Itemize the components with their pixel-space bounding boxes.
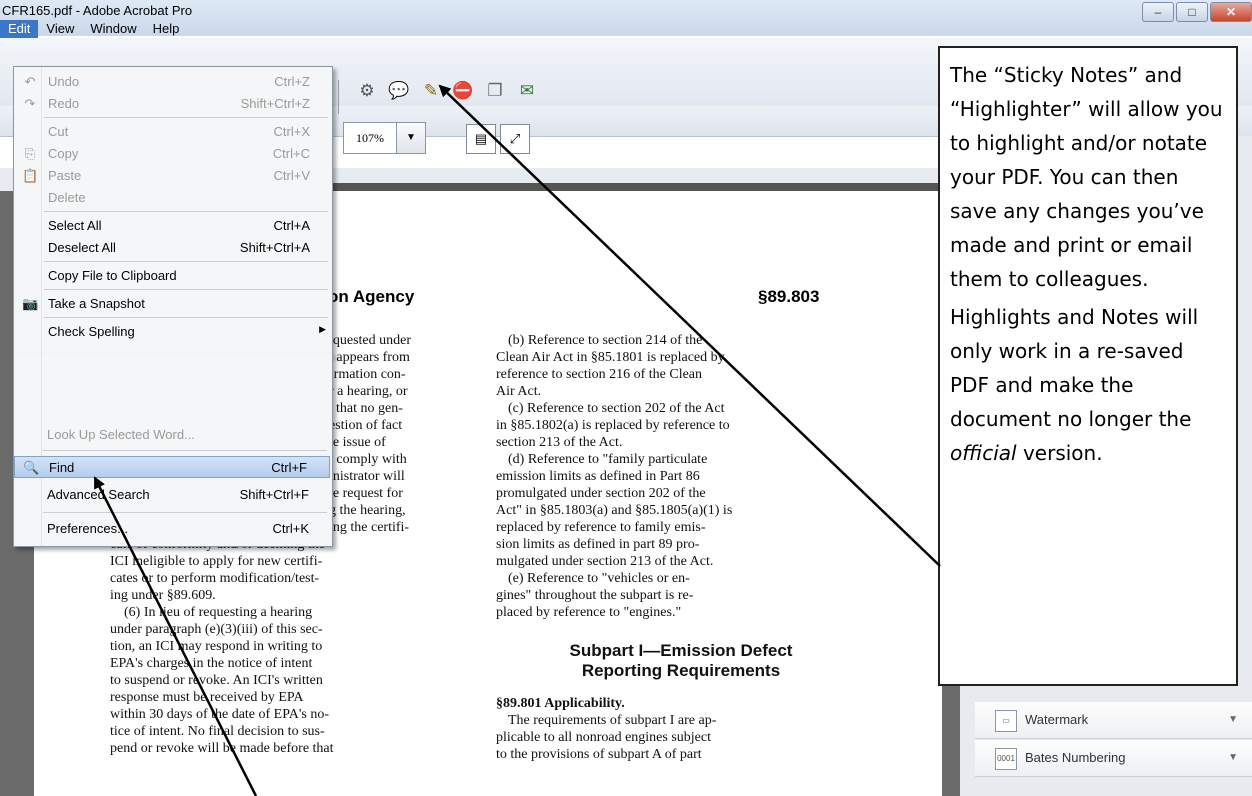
text-line: pend or revoke will be made before that xyxy=(110,741,334,756)
text-line: (6) In lieu of requesting a hearing xyxy=(124,605,313,620)
page-header-right: §89.803 xyxy=(758,287,820,306)
text-line: ing under §89.609. xyxy=(110,588,216,603)
sticky-note-icon[interactable]: 💬 xyxy=(388,80,410,102)
text-line: (b) Reference to section 214 of the xyxy=(508,333,703,348)
text-line: mulgated under section 213 of the Act. xyxy=(496,554,714,569)
text-line: tice of intent. No final decision to sus… xyxy=(110,724,325,739)
text-line: to suspend or revoke. An ICI's written xyxy=(110,673,323,688)
text-line: Air Act. xyxy=(496,384,542,399)
text-line: tion, an ICI may respond in writing to xyxy=(110,639,323,654)
menu-item-delete[interactable]: Delete xyxy=(14,187,332,209)
menu-bar: Edit View Window Help xyxy=(0,20,187,38)
window-title: CFR165.pdf - Adobe Acrobat Pro xyxy=(2,3,193,18)
watermark-label: Watermark xyxy=(1025,712,1089,727)
undo-icon: ↶ xyxy=(24,74,36,89)
menu-item-select-all[interactable]: Select All Ctrl+A xyxy=(14,215,332,237)
text-line: EPA's charges in the notice of intent xyxy=(110,656,313,671)
bates-numbering-icon: 0001 xyxy=(995,747,1017,770)
toolbar-separator xyxy=(338,80,339,114)
menu-item-cut[interactable]: Cut Ctrl+X xyxy=(14,121,332,143)
copy-icon: ⎘ xyxy=(24,146,36,161)
menu-help[interactable]: Help xyxy=(145,20,188,38)
extract-page-icon[interactable]: ❐ xyxy=(484,80,506,102)
text-line: gines" throughout the subpart is re- xyxy=(496,588,694,603)
menu-edit[interactable]: Edit xyxy=(0,20,39,38)
search-icon: 🔍 xyxy=(23,460,40,475)
menu-item-check-spelling[interactable]: Check Spelling ▶ xyxy=(14,321,332,343)
callout-paragraph-2: Highlights and Notes will only work in a… xyxy=(950,305,1199,465)
text-line: Act" in §85.1803(a) and §85.1805(a)(1) i… xyxy=(496,503,733,518)
text-line: (c) Reference to section 202 of the Act xyxy=(508,401,725,416)
text-line: ICI ineligible to apply for new certifi- xyxy=(110,554,323,569)
bates-numbering-label: Bates Numbering xyxy=(1025,750,1126,765)
text-line: section 213 of the Act. xyxy=(496,435,623,450)
callout-paragraph-1: The “Sticky Notes” and “Highlighter” wil… xyxy=(950,63,1223,291)
fit-page-icon[interactable]: ▤ xyxy=(466,124,496,154)
text-line: promulgated under section 202 of the xyxy=(496,486,706,501)
menu-item-undo[interactable]: ↶ Undo Ctrl+Z xyxy=(14,71,332,93)
text-line: The requirements of subpart I are ap- xyxy=(508,713,717,728)
subpart-title: Subpart I—Emission Defect xyxy=(569,641,793,660)
menu-item-copy[interactable]: ⎘ Copy Ctrl+C xyxy=(14,143,332,165)
text-line: response must be received by EPA xyxy=(110,690,304,705)
sign-page-icon[interactable]: ✉ xyxy=(516,80,538,102)
chevron-down-icon: ▼ xyxy=(1228,714,1238,725)
watermark-icon: ▭ xyxy=(995,709,1017,732)
menu-item-copy-file-to-clipboard[interactable]: Copy File to Clipboard xyxy=(14,265,332,287)
zoom-level[interactable]: 107% xyxy=(343,122,397,154)
text-line: (e) Reference to "vehicles or en- xyxy=(508,571,690,586)
text-line: emission limits as defined in Part 86 xyxy=(496,469,700,484)
text-line: (d) Reference to "family particulate xyxy=(508,452,708,467)
text-line: replaced by reference to family emis- xyxy=(496,520,706,535)
window-controls: – □ ✕ xyxy=(1142,2,1252,22)
text-line: under paragraph (e)(3)(iii) of this sec- xyxy=(110,622,323,637)
text-line: Clean Air Act in §85.1801 is replaced by xyxy=(496,350,725,365)
submenu-arrow-icon: ▶ xyxy=(319,324,326,334)
menu-item-take-snapshot[interactable]: 📷 Take a Snapshot xyxy=(14,293,332,315)
text-line: within 30 days of the date of EPA's no- xyxy=(110,707,329,722)
text-line: plicable to all nonroad engines subject xyxy=(496,730,711,745)
delete-page-icon[interactable]: ⛔ xyxy=(452,80,474,102)
maximize-button[interactable]: □ xyxy=(1176,2,1208,22)
paste-icon: 📋 xyxy=(22,168,39,183)
watermark-tool[interactable]: ▭ Watermark ▼ xyxy=(975,702,1252,739)
menu-view[interactable]: View xyxy=(38,20,82,38)
minimize-button[interactable]: – xyxy=(1142,2,1174,22)
text-line: to the provisions of subpart A of part xyxy=(496,747,702,762)
text-line: sion limits as defined in part 89 pro- xyxy=(496,537,700,552)
chevron-down-icon[interactable]: ▼ xyxy=(396,122,426,154)
bates-numbering-tool[interactable]: 0001 Bates Numbering ▼ xyxy=(975,740,1252,777)
subpart-title: Reporting Requirements xyxy=(581,661,781,680)
close-button[interactable]: ✕ xyxy=(1210,2,1252,22)
right-text-column: (b) Reference to section 214 of the Clea… xyxy=(496,332,866,763)
fit-width-icon[interactable]: ⤢ xyxy=(500,124,530,154)
menu-item-deselect-all[interactable]: Deselect All Shift+Ctrl+A xyxy=(14,237,332,259)
text-line: placed by reference to "engines." xyxy=(496,605,682,620)
highlighter-icon[interactable]: ✎ xyxy=(420,80,442,102)
edit-menu: ↶ Undo Ctrl+Z ↷ Redo Shift+Ctrl+Z Cut Ctrl+X … xyxy=(13,66,333,356)
menu-item-find[interactable]: 🔍 Find Ctrl+F xyxy=(14,456,330,478)
redo-icon: ↷ xyxy=(24,96,36,111)
page-header-left: on Agency xyxy=(328,287,415,306)
section-title: §89.801 Applicability. xyxy=(496,696,625,711)
text-line: in §85.1802(a) is replaced by reference … xyxy=(496,418,730,433)
menu-item-look-up-selected-word[interactable]: Look Up Selected Word... xyxy=(13,424,331,446)
camera-icon: 📷 xyxy=(22,296,39,311)
menu-item-redo[interactable]: ↷ Redo Shift+Ctrl+Z xyxy=(14,93,332,115)
menu-item-preferences[interactable]: Preferences... Ctrl+K xyxy=(13,518,331,540)
gear-icon[interactable]: ⚙ xyxy=(356,80,378,102)
chevron-down-icon: ▼ xyxy=(1228,752,1238,763)
menu-item-paste[interactable]: 📋 Paste Ctrl+V xyxy=(14,165,332,187)
menu-window[interactable]: Window xyxy=(82,20,144,38)
annotation-callout: The “Sticky Notes” and “Highlighter” wil… xyxy=(938,46,1238,686)
menu-item-advanced-search[interactable]: Advanced Search Shift+Ctrl+F xyxy=(13,484,331,506)
text-line: reference to section 216 of the Clean xyxy=(496,367,703,382)
text-line: cates or to perform modification/test- xyxy=(110,571,320,586)
